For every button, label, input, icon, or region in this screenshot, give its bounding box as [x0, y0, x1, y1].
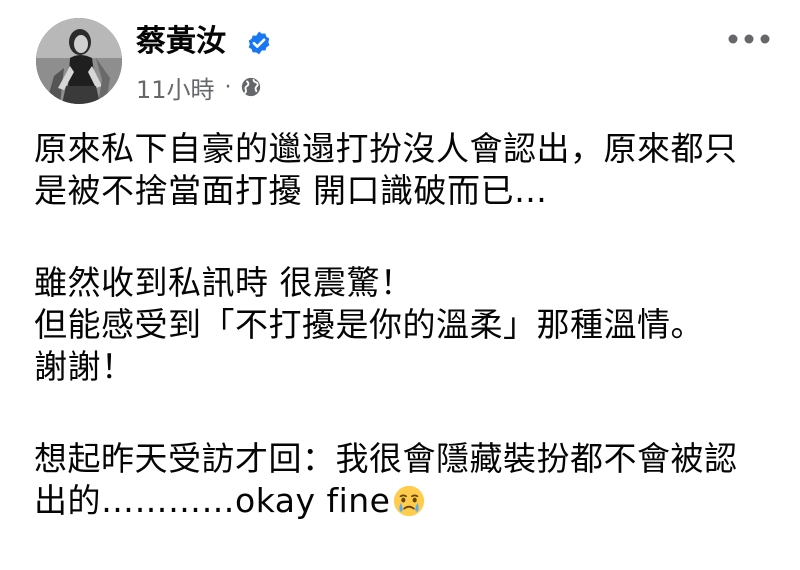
more-horizontal-icon	[728, 34, 770, 44]
more-options-button[interactable]	[722, 24, 776, 54]
face-holding-back-tears-icon	[394, 485, 425, 517]
avatar-image	[36, 18, 122, 104]
meta-separator: ·	[224, 74, 232, 100]
post-line-2: 是被不捨當面打擾 開口識破而已…	[34, 171, 548, 210]
verified-badge-icon	[248, 31, 270, 55]
post-line-4: 但能感受到「不打擾是你的溫柔」那種溫情。	[34, 305, 704, 344]
post-line-7-wrap: 出的…………okay fine	[34, 480, 786, 522]
post-line-5: 謝謝！	[34, 347, 135, 386]
avatar[interactable]	[36, 18, 122, 104]
post-body: 原來私下自豪的邋遢打扮沒人會認出，原來都只 是被不捨當面打擾 開口識破而已… 雖…	[34, 128, 786, 522]
post-header: 蔡黃汝 11小時 ·	[36, 18, 776, 110]
post-line-6: 想起昨天受訪才回：我很會隱藏裝扮都不會被認	[34, 439, 738, 478]
post-line-7: 出的…………okay fine	[34, 481, 391, 520]
post-line-3: 雖然收到私訊時 很震驚！	[34, 263, 414, 302]
globe-icon[interactable]	[240, 76, 262, 98]
post-meta: 11小時 ·	[136, 70, 262, 104]
post-line-1: 原來私下自豪的邋遢打扮沒人會認出，原來都只	[34, 129, 738, 168]
author-name[interactable]: 蔡黃汝	[136, 22, 226, 62]
post-timestamp[interactable]: 11小時	[136, 70, 215, 105]
facebook-post: 蔡黃汝 11小時 · 原來私下自豪的邋遢打扮沒人會認出，原來都只 是被不捨當面打…	[0, 0, 800, 570]
